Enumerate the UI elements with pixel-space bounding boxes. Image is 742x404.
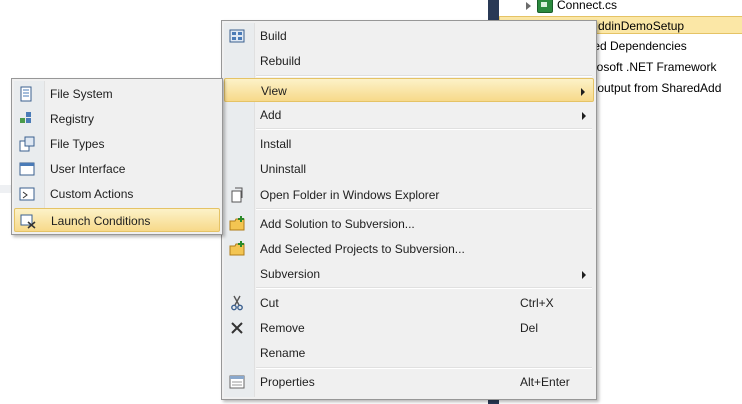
submenu-arrow-icon: [582, 112, 586, 120]
menu-item-label: View: [261, 84, 287, 98]
submenu-item-registry[interactable]: Registry: [14, 107, 220, 131]
submenu-item-custom-actions[interactable]: Custom Actions: [14, 182, 220, 206]
tree-item-connect-cs[interactable]: Connect.cs: [526, 0, 617, 14]
menu-item-view[interactable]: View: [224, 78, 594, 102]
menu-item-label: Properties: [260, 375, 315, 389]
menu-item-uninstall[interactable]: Uninstall: [224, 157, 594, 181]
tree-item-label: cted Dependencies: [584, 39, 687, 53]
cs-file-icon: [537, 0, 553, 14]
menu-item-label: Remove: [260, 321, 305, 335]
menu-item-install[interactable]: Install: [224, 132, 594, 156]
menu-item-label: Cut: [260, 296, 279, 310]
build-icon: [229, 29, 245, 43]
registry-editor-icon: [20, 112, 31, 123]
menu-item-add-solution-subversion[interactable]: Add Solution to Subversion...: [224, 212, 594, 236]
menu-item-subversion[interactable]: Subversion: [224, 262, 594, 286]
menu-item-cut[interactable]: Cut Ctrl+X: [224, 291, 594, 315]
submenu-arrow-icon: [582, 271, 586, 279]
file-system-editor-icon: [20, 86, 32, 102]
x-remove-icon: [231, 322, 243, 334]
add-solution-subversion-icon: [229, 216, 245, 231]
menu-separator: [256, 287, 592, 289]
menu-item-label: File System: [50, 87, 113, 101]
menu-item-add-projects-subversion[interactable]: Add Selected Projects to Subversion...: [224, 237, 594, 261]
menu-item-add[interactable]: Add: [224, 103, 594, 127]
tree-item-dependencies[interactable]: cted Dependencies: [584, 37, 687, 55]
menu-separator: [256, 128, 592, 130]
menu-item-shortcut: Ctrl+X: [520, 296, 554, 310]
user-interface-editor-icon: [19, 162, 35, 176]
menu-item-label: Install: [260, 137, 292, 151]
menu-item-label: Build: [260, 29, 287, 43]
menu-item-shortcut: Del: [520, 321, 539, 335]
submenu-arrow-icon: [581, 88, 585, 96]
menu-item-label: Add Solution to Subversion...: [260, 217, 415, 231]
tree-item-label: icrosoft .NET Framework: [584, 60, 717, 74]
menu-separator: [256, 367, 592, 369]
menu-item-build[interactable]: Build: [224, 24, 594, 48]
menu-item-label: Rebuild: [260, 54, 301, 68]
menu-item-properties[interactable]: Properties Alt+Enter: [224, 370, 594, 394]
menu-item-label: Custom Actions: [50, 187, 134, 201]
menu-item-shortcut: Alt+Enter: [520, 375, 570, 389]
expand-arrow-icon[interactable]: [526, 1, 531, 10]
launch-conditions-editor-icon: [20, 214, 36, 229]
menu-separator: [256, 75, 592, 77]
tree-item-primary-output[interactable]: ry output from SharedAdd: [584, 79, 721, 97]
submenu-item-user-interface[interactable]: User Interface: [14, 157, 220, 181]
menu-item-open-folder[interactable]: Open Folder in Windows Explorer: [224, 183, 594, 207]
menu-item-label: Subversion: [260, 267, 321, 281]
submenu-item-file-system[interactable]: File System: [14, 82, 220, 106]
view-submenu: File System Registry File Types User Int…: [11, 78, 223, 235]
menu-separator: [256, 208, 592, 210]
custom-actions-editor-icon: [19, 187, 35, 201]
tree-item-net-framework[interactable]: icrosoft .NET Framework: [584, 58, 716, 76]
menu-item-label: Add: [260, 108, 282, 122]
menu-item-label: Open Folder in Windows Explorer: [260, 188, 440, 202]
tree-item-label: Connect.cs: [557, 0, 618, 12]
add-projects-subversion-icon: [229, 241, 245, 256]
file-types-editor-icon: [19, 136, 35, 152]
menu-item-remove[interactable]: Remove Del: [224, 316, 594, 340]
menu-item-label: Add Selected Projects to Subversion...: [260, 242, 465, 256]
menu-item-label: Rename: [260, 346, 306, 360]
scissors-icon: [231, 295, 243, 311]
tree-item-label: ry output from SharedAdd: [584, 81, 722, 95]
menu-item-label: Launch Conditions: [51, 214, 151, 228]
submenu-item-launch-conditions[interactable]: Launch Conditions: [14, 208, 220, 232]
tree-item-label: ddinDemoSetup: [598, 19, 685, 33]
menu-item-rebuild[interactable]: Rebuild: [224, 49, 594, 73]
menu-item-label: Registry: [50, 112, 95, 126]
properties-icon: [229, 375, 245, 389]
project-context-menu: Build Rebuild View Add Install Uninstall…: [221, 20, 597, 400]
menu-item-label: File Types: [50, 137, 105, 151]
menu-item-label: User Interface: [50, 162, 126, 176]
submenu-item-file-types[interactable]: File Types: [14, 132, 220, 156]
menu-item-rename[interactable]: Rename: [224, 341, 594, 365]
menu-item-label: Uninstall: [260, 162, 307, 176]
open-folder-icon: [231, 187, 243, 203]
